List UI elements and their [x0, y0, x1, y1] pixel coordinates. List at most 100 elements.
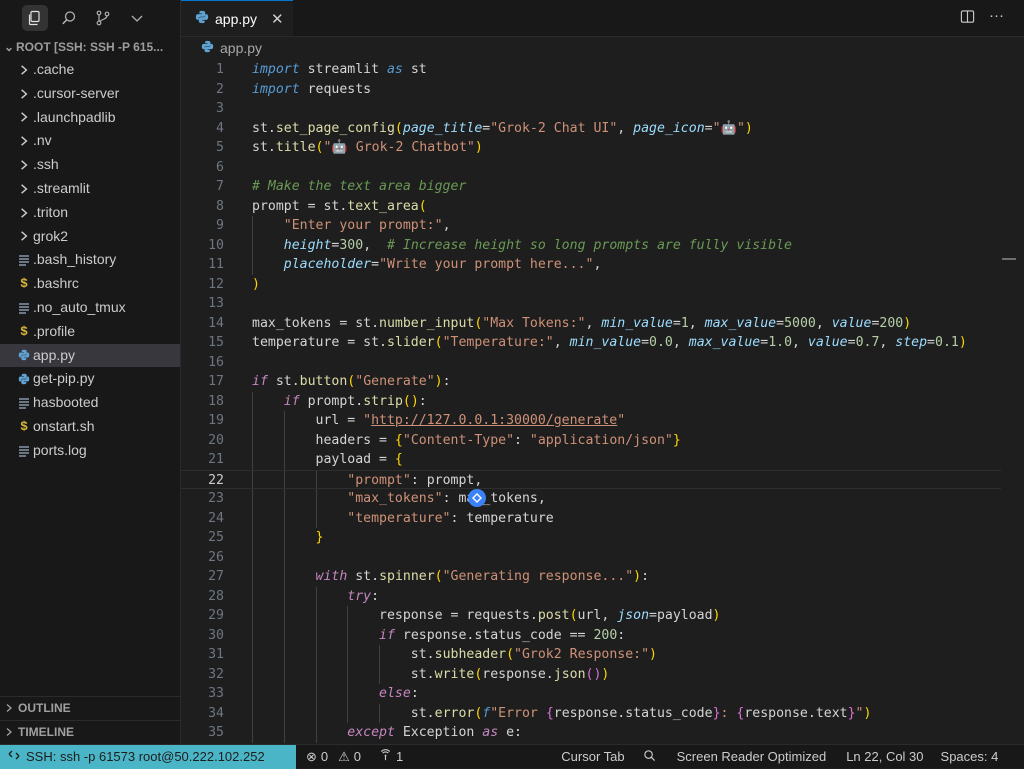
code-line: 16	[181, 353, 1001, 373]
code-line: 27 with st.spinner("Generating response.…	[181, 567, 1001, 587]
code-line: 7 # Make the text area bigger	[181, 177, 1001, 197]
code-line: 15 temperature = st.slider("Temperature:"…	[181, 333, 1001, 353]
line-number: 30	[208, 627, 224, 643]
line-number: 33	[208, 686, 224, 701]
tree-folder[interactable]: .ssh	[0, 153, 180, 177]
tree-item-label: .cursor-server	[33, 84, 120, 101]
code-editor[interactable]: 1 import streamlit as st 2 import requests 3…	[181, 60, 1024, 744]
more-actions-icon[interactable]: ···	[989, 8, 1004, 27]
code-text: st.error(f"Error {response.status_code}:…	[252, 705, 872, 721]
code-text: st.write(response.json())	[252, 666, 610, 682]
text-file-icon	[16, 443, 32, 459]
code-text: )	[252, 276, 260, 292]
line-number: 31	[208, 647, 224, 662]
line-number: 17	[208, 374, 224, 389]
explorer-root-title[interactable]: ⌄ ROOT [SSH: SSH -P 615...	[0, 36, 180, 58]
tree-file[interactable]: app.py	[0, 343, 180, 368]
tree-folder[interactable]: .launchpadlib	[0, 106, 180, 130]
tree-item-label: .no_auto_tmux	[33, 298, 126, 315]
tree-folder[interactable]: grok2	[0, 225, 180, 249]
tree-item-label: .cache	[33, 61, 75, 77]
code-line: 10 height=300, # Increase height so long…	[181, 236, 1001, 256]
tree-file[interactable]: $ .bashrc	[0, 272, 180, 296]
code-line: 13	[181, 294, 1001, 314]
line-number: 20	[208, 432, 224, 448]
line-number: 9	[216, 218, 224, 233]
breadcrumb-file[interactable]: app.py	[220, 40, 262, 56]
code-line: 18 if prompt.strip():	[181, 392, 1001, 412]
remote-indicator[interactable]: SSH: ssh -p 61573 root@50.222.102.252	[0, 744, 296, 769]
problems-indicator[interactable]: ⊗ 0 ⚠ 0	[306, 749, 361, 765]
screen-reader-status[interactable]: Screen Reader Optimized	[677, 749, 827, 764]
shell-file-icon: $	[20, 276, 28, 292]
tree-file[interactable]: hasbooted	[0, 391, 180, 415]
line-number: 21	[208, 452, 224, 467]
chevron-down-icon[interactable]	[124, 5, 150, 31]
editor-tab-bar: app.py ✕ ···	[181, 0, 1024, 37]
code-line: 1 import streamlit as st	[181, 60, 1001, 80]
shell-file-icon: $	[20, 323, 28, 339]
chevron-right-icon	[16, 228, 32, 244]
line-number: 35	[208, 725, 224, 740]
tree-file[interactable]: .bash_history	[0, 248, 180, 272]
code-line: 24 "temperature": temperature	[181, 509, 1001, 529]
line-number: 23	[208, 491, 224, 506]
cursor-position-status[interactable]: Ln 22, Col 30	[846, 749, 923, 764]
line-number: 3	[216, 101, 224, 116]
outline-section[interactable]: OUTLINE	[0, 696, 180, 719]
tree-item-label: hasbooted	[33, 394, 99, 411]
tree-file[interactable]: .no_auto_tmux	[0, 296, 180, 320]
tree-item-label: grok2	[33, 227, 69, 244]
warning-count: 0	[353, 749, 362, 764]
screen-reader-label: Screen Reader Optimized	[676, 749, 827, 764]
code-text: prompt = st.text_area(	[252, 198, 427, 214]
code-text: import requests	[252, 81, 372, 97]
tree-folder[interactable]: .triton	[0, 201, 180, 225]
text-file-icon	[16, 300, 32, 316]
close-icon[interactable]: ✕	[271, 10, 284, 28]
code-line: 32 st.write(response.json())	[181, 665, 1001, 685]
code-text: import streamlit as st	[252, 62, 427, 77]
line-number: 15	[208, 335, 224, 350]
warning-icon: ⚠	[338, 748, 350, 764]
chevron-right-icon	[16, 181, 32, 197]
tree-file[interactable]: $ onstart.sh	[0, 415, 180, 439]
cursor-tab-status[interactable]: Cursor Tab	[561, 749, 624, 764]
code-text: url = "http://127.0.0.1:30000/generate"	[252, 413, 626, 428]
tree-file[interactable]: get-pip.py	[0, 367, 180, 391]
code-line: 14 max_tokens = st.number_input("Max Toke…	[181, 314, 1001, 334]
tree-folder[interactable]: .streamlit	[0, 177, 180, 201]
zoom-icon-item[interactable]	[643, 749, 656, 765]
tree-folder[interactable]: .cursor-server	[0, 82, 180, 106]
remote-icon	[8, 749, 20, 764]
explorer-sidebar: ⌄ ROOT [SSH: SSH -P 615... .cache .cursor-…	[0, 0, 181, 744]
tab-app-py[interactable]: app.py ✕	[181, 0, 293, 36]
indentation-status[interactable]: Spaces: 4	[941, 749, 999, 764]
tree-file[interactable]: ports.log	[0, 439, 180, 463]
code-line: 17 if st.button("Generate"):	[181, 372, 1001, 392]
code-text: "temperature": temperature	[347, 510, 554, 526]
split-editor-icon[interactable]	[960, 9, 975, 27]
code-line: 25 }	[181, 528, 1001, 548]
chevron-right-icon	[16, 205, 32, 221]
search-icon[interactable]	[56, 5, 82, 31]
chevron-right-icon	[16, 157, 32, 173]
code-text: if st.button("Generate"):	[252, 374, 451, 389]
code-line: 29 response = requests.post(url, json=pa…	[181, 606, 1001, 626]
timeline-section[interactable]: TIMELINE	[0, 720, 180, 743]
shell-file-icon: $	[20, 418, 28, 434]
cursor-tab-label: Cursor Tab	[561, 749, 625, 764]
cursor-tab-indicator-icon[interactable]	[468, 489, 486, 507]
code-line: 31 st.subheader("Grok2 Response:")	[181, 645, 1001, 665]
source-control-icon[interactable]	[90, 5, 116, 31]
code-text: "prompt": prompt,	[347, 472, 483, 488]
explorer-icon[interactable]	[22, 5, 48, 31]
code-line: 6	[181, 158, 1001, 178]
tree-item-label: .triton	[33, 203, 69, 220]
line-number: 13	[208, 296, 224, 311]
tree-folder[interactable]: .nv	[0, 129, 180, 153]
tree-folder[interactable]: .cache	[0, 58, 180, 82]
tree-file[interactable]: $ .profile	[0, 320, 180, 344]
tree-item-label: get-pip.py	[33, 370, 95, 387]
ports-indicator[interactable]: 1	[379, 748, 403, 765]
